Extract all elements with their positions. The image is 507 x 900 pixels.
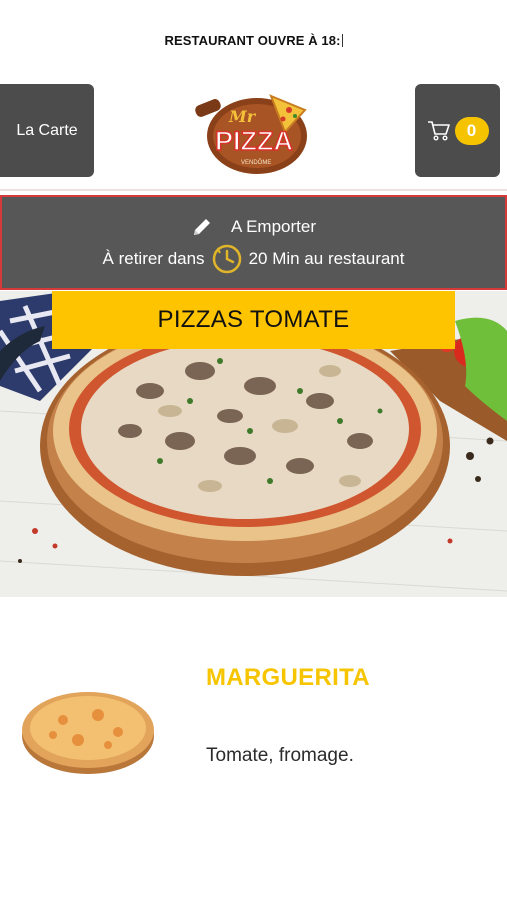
header-divider [0,189,507,191]
product-item[interactable]: MARGUERITA Tomate, fromage. [0,640,507,800]
pickup-time-row: À retirer dans 20 Min au restaurant [2,243,505,275]
menu-carte-label: La Carte [16,121,78,139]
text-caret [341,34,343,47]
category-hero[interactable]: PIZZAS TOMATE [0,291,507,597]
pickup-prefix: À retirer dans [102,249,205,268]
product-description: Tomate, fromage. [206,745,354,766]
product-thumbnail [22,692,154,774]
category-title-banner: PIZZAS TOMATE [52,291,455,349]
pickup-suffix: 20 Min au restaurant [248,249,405,268]
order-mode-panel[interactable]: A Emporter À retirer dans 20 Min au rest… [0,195,507,290]
menu-carte-button[interactable]: La Carte [0,84,94,177]
category-title: PIZZAS TOMATE [157,306,350,333]
cart-count-badge: 0 [454,116,489,145]
cart-icon [427,120,450,141]
order-mode-row: A Emporter [2,216,505,238]
pencil-icon [193,219,210,235]
opening-notice-text: RESTAURANT OUVRE À 18: [164,33,341,48]
header: La Carte Mr PIZZA VENDÔME 0 [0,84,507,178]
product-name: MARGUERITA [206,664,370,691]
logo-script: Mr [228,107,257,126]
clock-icon [212,244,241,274]
restaurant-logo[interactable]: Mr PIZZA VENDÔME [193,90,315,176]
order-mode-label: A Emporter [230,217,317,236]
logo-sub: VENDÔME [241,159,271,166]
opening-notice: RESTAURANT OUVRE À 18: [0,33,507,48]
cart-button[interactable]: 0 [415,84,500,177]
logo-word: PIZZA [215,126,293,156]
logo-graphic: Mr PIZZA VENDÔME [195,94,307,174]
